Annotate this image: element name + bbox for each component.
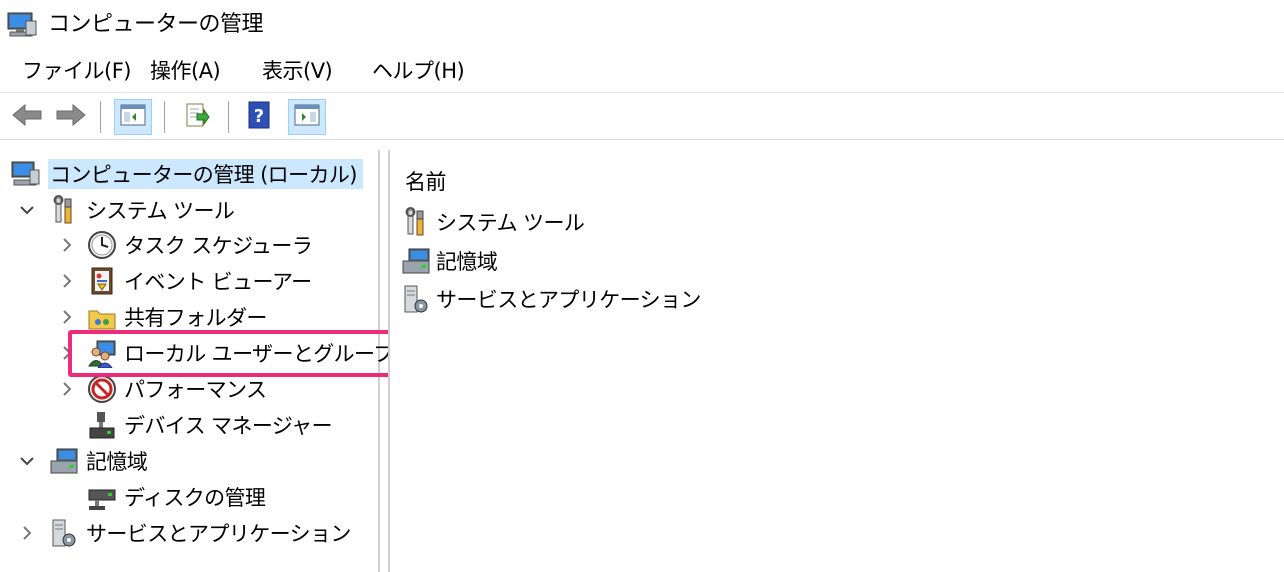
- back-button[interactable]: [8, 99, 46, 135]
- tree-item-device-manager[interactable]: デバイス マネージャー: [86, 408, 333, 442]
- event-viewer-icon: [86, 265, 118, 297]
- menu-file[interactable]: ファイル(F): [18, 56, 135, 86]
- show-hide-action-pane-icon: [294, 103, 320, 131]
- toolbar-separator: [228, 101, 230, 133]
- clock-icon: [86, 229, 118, 261]
- menu-help[interactable]: ヘルプ(H): [368, 56, 468, 86]
- tree-item-computer-management-local[interactable]: コンピューターの管理 (ローカル): [10, 157, 363, 191]
- tools-icon: [400, 206, 432, 238]
- tools-icon: [48, 194, 80, 226]
- back-arrow-icon: [11, 103, 43, 131]
- list-item-label: 記憶域: [436, 250, 498, 274]
- tree-item-label: コンピューターの管理 (ローカル): [48, 159, 363, 189]
- export-list-button[interactable]: [178, 99, 216, 135]
- help-icon: ?: [248, 101, 270, 133]
- svg-text:?: ?: [254, 106, 264, 127]
- chevron-right-icon[interactable]: [56, 378, 78, 400]
- highlight-annotation: [68, 330, 396, 377]
- tree-item-label: システム ツール: [86, 199, 235, 223]
- computer-management-icon: [6, 9, 38, 41]
- menu-view[interactable]: 表示(V): [258, 56, 336, 86]
- tree-item-event-viewer[interactable]: イベント ビューアー: [56, 264, 312, 298]
- tree-item-storage[interactable]: 記憶域: [16, 444, 148, 478]
- tree-item-performance[interactable]: パフォーマンス: [56, 372, 267, 406]
- tree-item-label: ディスクの管理: [124, 486, 266, 510]
- tree-item-label: タスク スケジューラ: [124, 234, 313, 258]
- list-item-services-and-applications[interactable]: サービスとアプリケーション: [400, 281, 701, 317]
- show-hide-console-tree-icon: [120, 103, 146, 131]
- toolbar: ?: [0, 92, 1284, 140]
- services-icon: [400, 283, 432, 315]
- menu-bar: ファイル(F) 操作(A) 表示(V) ヘルプ(H): [0, 50, 1284, 92]
- chevron-right-icon[interactable]: [56, 270, 78, 292]
- window-title: コンピューターの管理: [48, 12, 264, 37]
- tree-item-label: 共有フォルダー: [124, 306, 267, 330]
- export-list-icon: [184, 102, 210, 132]
- shared-folder-icon: [86, 301, 118, 333]
- show-hide-console-tree-button[interactable]: [114, 99, 152, 135]
- performance-icon: [86, 373, 118, 405]
- tree-item-task-scheduler[interactable]: タスク スケジューラ: [56, 228, 313, 262]
- storage-icon: [400, 245, 432, 277]
- chevron-right-icon[interactable]: [16, 522, 38, 544]
- tree-item-label: イベント ビューアー: [124, 270, 312, 294]
- computer-management-icon: [10, 158, 42, 190]
- tree-item-label: サービスとアプリケーション: [86, 522, 351, 546]
- list-item-storage[interactable]: 記憶域: [400, 243, 498, 279]
- tree-item-label: パフォーマンス: [124, 378, 267, 402]
- chevron-down-icon[interactable]: [16, 199, 38, 221]
- disk-icon: [86, 481, 118, 513]
- list-item-system-tools[interactable]: システム ツール: [400, 204, 585, 240]
- services-icon: [48, 517, 80, 549]
- tree-item-services-and-applications[interactable]: サービスとアプリケーション: [16, 516, 351, 550]
- device-manager-icon: [86, 409, 118, 441]
- tree-item-label: 記憶域: [86, 450, 148, 474]
- title-bar: コンピューターの管理: [0, 0, 1284, 50]
- tree-item-label: デバイス マネージャー: [124, 414, 333, 438]
- menu-action[interactable]: 操作(A): [146, 56, 224, 86]
- list-item-label: サービスとアプリケーション: [436, 288, 701, 312]
- chevron-right-icon[interactable]: [56, 306, 78, 328]
- tree-item-system-tools[interactable]: システム ツール: [16, 193, 235, 227]
- chevron-down-icon[interactable]: [16, 450, 38, 472]
- toolbar-separator: [164, 101, 166, 133]
- storage-icon: [48, 445, 80, 477]
- tree-item-disk-management[interactable]: ディスクの管理: [86, 480, 266, 514]
- show-hide-action-pane-button[interactable]: [288, 99, 326, 135]
- toolbar-separator: [100, 101, 102, 133]
- forward-button[interactable]: [52, 99, 90, 135]
- list-item-label: システム ツール: [436, 211, 585, 235]
- forward-arrow-icon: [55, 103, 87, 131]
- tree-item-shared-folders[interactable]: 共有フォルダー: [56, 300, 267, 334]
- column-header-name[interactable]: 名前: [405, 166, 447, 196]
- help-button[interactable]: ?: [240, 99, 278, 135]
- chevron-right-icon[interactable]: [56, 234, 78, 256]
